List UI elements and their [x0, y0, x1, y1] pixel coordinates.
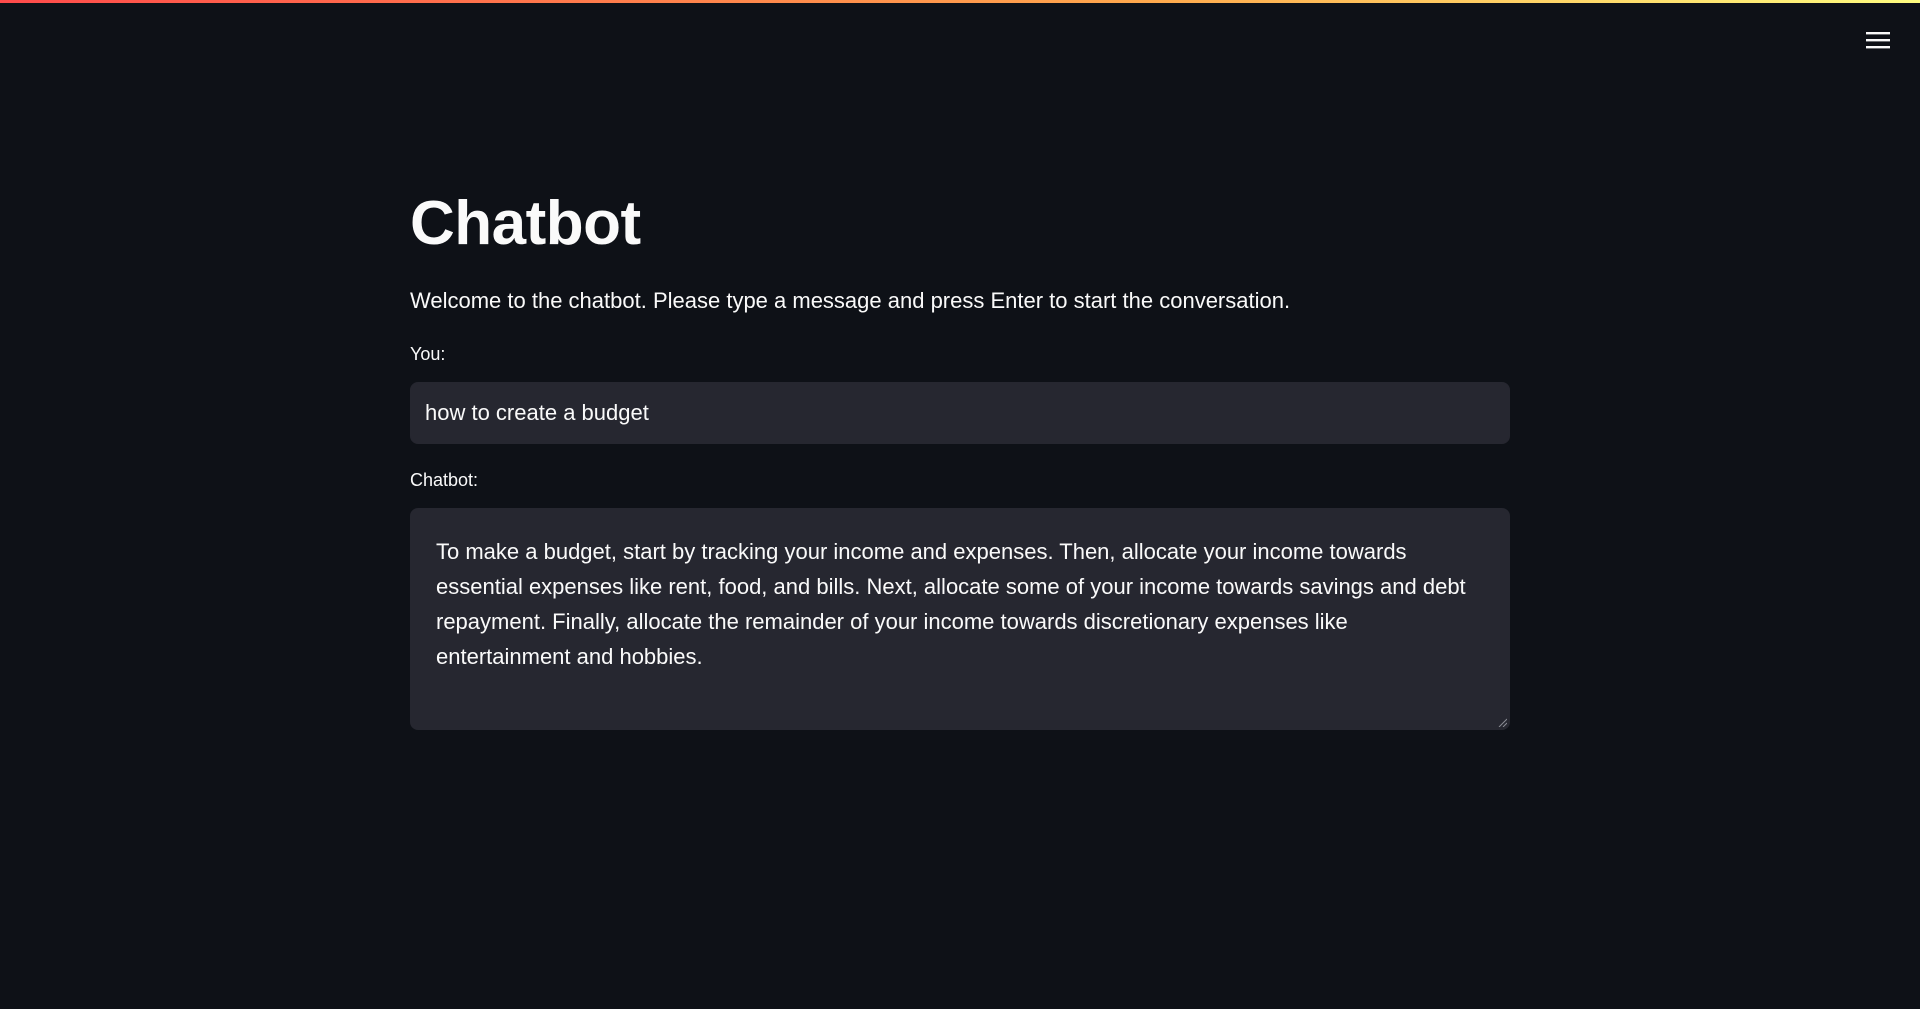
- page-title: Chatbot: [410, 189, 641, 258]
- chatbot-output-label: Chatbot:: [410, 470, 479, 490]
- main-content: Chatbot Welcome to the chatbot. Please t…: [410, 180, 1510, 730]
- resize-handle-icon[interactable]: [1497, 717, 1507, 727]
- main-menu-button[interactable]: [1862, 24, 1894, 56]
- user-input-label: You:: [410, 344, 446, 364]
- chatbot-response-textarea[interactable]: To make a budget, start by tracking your…: [410, 508, 1510, 730]
- hamburger-menu-icon: [1866, 32, 1890, 49]
- top-decoration-bar: [0, 0, 1920, 3]
- chatbot-response-text: To make a budget, start by tracking your…: [436, 539, 1466, 669]
- user-message-input[interactable]: [410, 382, 1510, 444]
- intro-text: Welcome to the chatbot. Please type a me…: [410, 288, 1291, 313]
